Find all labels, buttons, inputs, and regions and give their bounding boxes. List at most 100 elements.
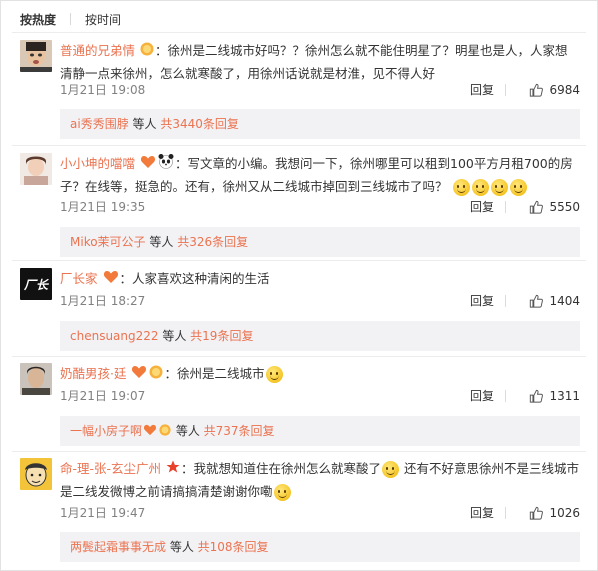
reply-user-link[interactable]: ai秀秀围脖 — [70, 117, 129, 131]
comment-time: 1月21日 18:27 — [60, 294, 146, 308]
colon: ： — [181, 461, 194, 476]
medal-badge-icon — [159, 417, 171, 447]
colon: ： — [164, 366, 177, 381]
like-button[interactable]: 6984 — [529, 80, 580, 100]
avatar[interactable] — [20, 363, 52, 395]
thumbs-up-icon — [530, 294, 544, 308]
reply-mid-text: 等人 — [128, 117, 161, 131]
tab-separator — [70, 13, 72, 25]
star-badge-icon — [166, 459, 180, 481]
comment-item: 命-理-张-玄尘广州 ：我就想知道住在徐州怎么就寒酸了 还有不好意思徐州不是三线… — [0, 458, 598, 563]
reply-mid-text: 等人 — [158, 329, 191, 343]
reply-summary[interactable]: ai秀秀围脖 等人 共3440条回复 — [60, 109, 580, 139]
smile-emoji-icon — [471, 179, 489, 196]
avatar[interactable]: 厂长 — [20, 268, 52, 300]
reply-button[interactable]: 回复 — [470, 291, 494, 311]
meta-divider — [505, 507, 506, 519]
meta-divider — [505, 295, 506, 307]
reply-button[interactable]: 回复 — [470, 80, 494, 100]
smile-emoji-icon — [490, 179, 508, 196]
comment-time: 1月21日 19:08 — [60, 83, 146, 97]
reply-user-link[interactable]: Miko茉可公子 — [70, 235, 146, 249]
comment-time: 1月21日 19:47 — [60, 506, 146, 520]
like-count: 1026 — [549, 506, 580, 520]
comment-meta: 1月21日 19:07 回复 1311 — [60, 386, 580, 406]
tab-sort-hot[interactable]: 按热度 — [20, 11, 56, 28]
reply-count-link[interactable]: 共19条回复 — [190, 329, 253, 343]
reply-summary[interactable]: 一幅小房子啊 等人 共737条回复 — [60, 416, 580, 446]
reply-mid-text: 等人 — [166, 540, 198, 554]
like-button[interactable]: 5550 — [529, 197, 580, 217]
vip-heart-badge-icon — [140, 154, 156, 176]
thumbs-up-icon — [530, 506, 544, 520]
thumbs-up-icon — [530, 389, 544, 403]
like-button[interactable]: 1026 — [529, 503, 580, 523]
comment-text: 普通的兄弟情 ：徐州是二线城市好吗？？徐州怎么就不能住明星了？明星也是人，人家想… — [60, 40, 580, 85]
thumbs-up-icon — [530, 200, 544, 214]
panda-badge-icon — [158, 153, 174, 176]
comment-text: 小小坤的噹噹 ：写文章的小编。我想问一下，徐州哪里可以租到100平方月租700的… — [60, 153, 580, 198]
username-link[interactable]: 小小坤的噹噹 — [60, 156, 135, 171]
reply-summary[interactable]: 两鬓起霜事事无成 等人 共108条回复 — [60, 532, 580, 562]
comment-divider — [12, 451, 586, 452]
avatar[interactable] — [20, 458, 52, 490]
comment-content: 徐州是二线城市 — [176, 366, 265, 381]
like-button[interactable]: 1404 — [529, 291, 580, 311]
avatar[interactable] — [20, 153, 52, 185]
smile-emoji-icon — [382, 461, 400, 478]
reply-mid-text: 等人 — [172, 424, 204, 438]
meta-divider — [505, 84, 506, 96]
reply-count-link[interactable]: 共108条回复 — [198, 540, 269, 554]
like-count: 6984 — [549, 83, 580, 97]
reply-button[interactable]: 回复 — [470, 386, 494, 406]
smile-emoji-icon — [452, 179, 470, 196]
reply-count-link[interactable]: 共3440条回复 — [160, 117, 239, 131]
thumbs-up-icon — [530, 83, 544, 97]
username-link[interactable]: 奶酷男孩·廷 — [60, 366, 126, 381]
comment-time: 1月21日 19:35 — [60, 200, 146, 214]
comment-divider — [12, 356, 586, 357]
comment-text: 命-理-张-玄尘广州 ：我就想知道住在徐州怎么就寒酸了 还有不好意思徐州不是三线… — [60, 458, 580, 503]
comment-meta: 1月21日 19:47 回复 1026 — [60, 503, 580, 523]
cat-emoji-icon — [265, 366, 283, 383]
reply-mid-text: 等人 — [145, 235, 178, 249]
comment-content: 人家喜欢这种清闲的生活 — [132, 271, 270, 286]
reply-user-link[interactable]: 一幅小房子啊 — [70, 424, 142, 438]
comment-text: 奶酷男孩·廷 ：徐州是二线城市 — [60, 363, 580, 386]
reply-user-link[interactable]: 两鬓起霜事事无成 — [70, 540, 166, 554]
avatar-logo-text: 厂长 — [23, 277, 48, 292]
reply-button[interactable]: 回复 — [470, 503, 494, 523]
comment-content: 徐州是二线城市好吗？？徐州怎么就不能住明星了？明星也是人，人家想清静一点来徐州，… — [60, 43, 568, 81]
comment-item: 奶酷男孩·廷 ：徐州是二线城市 1月21日 19:07 回复 1311 一幅小房… — [0, 363, 598, 453]
reply-summary[interactable]: Miko茉可公子 等人 共326条回复 — [60, 227, 580, 257]
vip-heart-badge-icon — [143, 417, 157, 447]
reply-user-link[interactable]: chensuang222 — [70, 329, 159, 343]
username-link[interactable]: 普通的兄弟情 — [60, 43, 135, 58]
username-link[interactable]: 命-理-张-玄尘广州 — [60, 461, 161, 476]
vip-heart-badge-icon — [103, 269, 119, 291]
meta-divider — [505, 390, 506, 402]
meta-divider — [505, 201, 506, 213]
colon: ： — [119, 271, 133, 286]
medal-badge-icon — [149, 364, 163, 386]
reply-summary[interactable]: chensuang222 等人 共19条回复 — [60, 321, 580, 351]
comment-time: 1月21日 19:07 — [60, 389, 146, 403]
sort-tabs: 按热度 按时间 — [20, 9, 121, 29]
reply-count-link[interactable]: 共326条回复 — [177, 235, 248, 249]
comment-meta: 1月21日 19:35 回复 5550 — [60, 197, 580, 217]
reply-button[interactable]: 回复 — [470, 197, 494, 217]
vip-heart-badge-icon — [131, 364, 147, 386]
comment-divider — [12, 260, 586, 261]
comment-meta: 1月21日 18:27 回复 1404 — [60, 291, 580, 311]
smile-emoji-icon — [509, 179, 527, 196]
comment-divider — [12, 145, 586, 146]
avatar[interactable] — [20, 40, 52, 72]
reply-count-link[interactable]: 共737条回复 — [204, 424, 275, 438]
username-link[interactable]: 厂长家 — [60, 271, 98, 286]
tab-sort-time[interactable]: 按时间 — [85, 11, 121, 28]
smile-emoji-icon — [273, 483, 291, 501]
like-button[interactable]: 1311 — [529, 386, 580, 406]
comment-item: 普通的兄弟情 ：徐州是二线城市好吗？？徐州怎么就不能住明星了？明星也是人，人家想… — [0, 40, 598, 140]
comment-item: 小小坤的噹噹 ：写文章的小编。我想问一下，徐州哪里可以租到100平方月租700的… — [0, 153, 598, 257]
comment-content: 我就想知道住在徐州怎么就寒酸了 — [193, 461, 382, 476]
